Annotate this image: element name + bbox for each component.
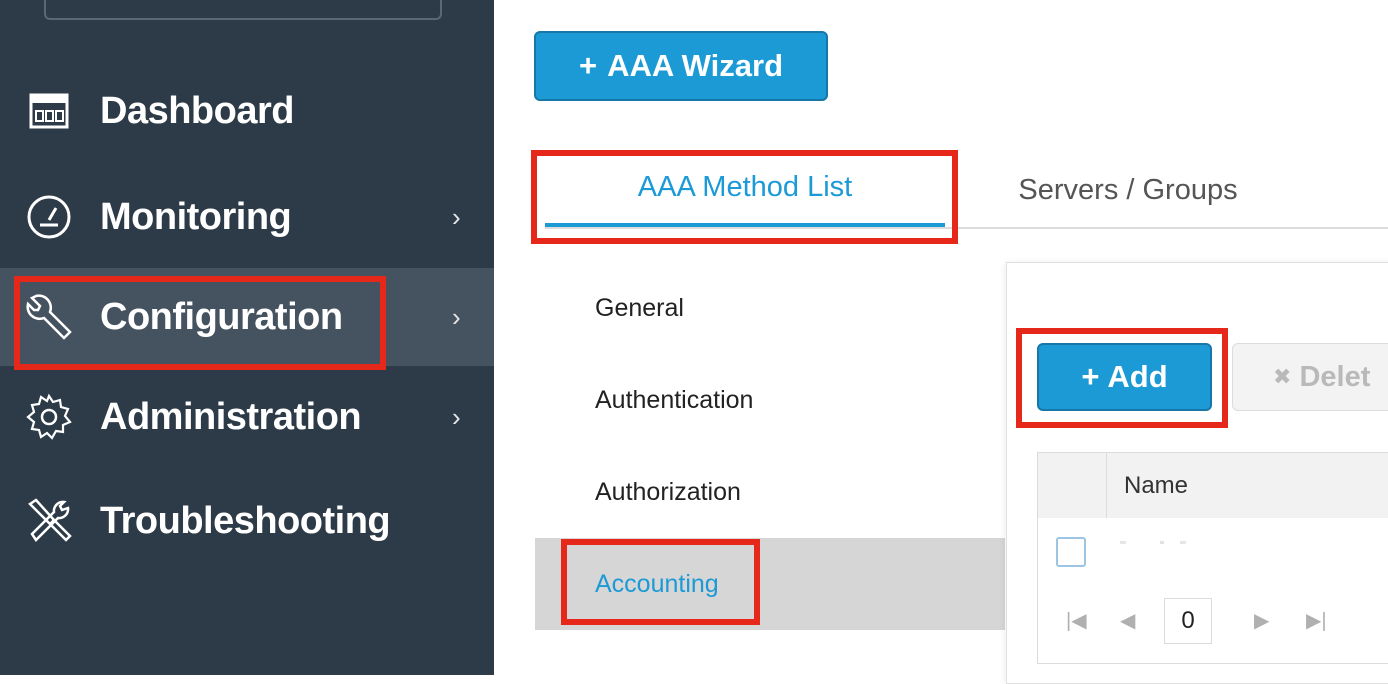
chevron-right-icon: › [452, 401, 461, 432]
table-header: Name [1037, 452, 1388, 519]
tools-icon [22, 494, 76, 548]
highlight-aaa-method-list [531, 150, 958, 244]
highlight-add-button [1016, 328, 1228, 428]
sidebar-item-label: Troubleshooting [100, 499, 391, 542]
subnav-label: Authentication [595, 385, 754, 414]
sidebar-item-label: Administration [100, 395, 362, 438]
gauge-icon [22, 190, 76, 244]
subnav-label: General [595, 293, 684, 322]
column-divider [1106, 453, 1107, 519]
blurred-row-text [1120, 541, 1186, 544]
subnav-item-authentication[interactable]: Authentication [535, 354, 1005, 446]
tab-label: Servers / Groups [1018, 173, 1238, 206]
pager-prev-icon[interactable]: ◀ [1120, 598, 1135, 642]
sidebar-item-dashboard[interactable]: Dashboard [0, 62, 494, 160]
highlight-accounting [561, 539, 760, 625]
chevron-right-icon: › [452, 201, 461, 232]
close-icon: ✖ [1273, 364, 1292, 389]
subnav-item-authorization[interactable]: Authorization [535, 446, 1005, 538]
pager-page-number[interactable]: 0 [1164, 598, 1212, 644]
sidebar-item-troubleshooting[interactable]: Troubleshooting [0, 472, 494, 570]
table-body [1037, 518, 1388, 664]
highlight-configuration [14, 276, 386, 370]
sidebar-search-box[interactable] [44, 0, 442, 20]
sidebar-item-label: Monitoring [100, 195, 292, 238]
tab-servers-groups[interactable]: Servers / Groups [958, 152, 1298, 228]
aaa-wizard-label: AAA Wizard [607, 48, 784, 83]
subnav-label: Authorization [595, 477, 741, 506]
subnav-item-general[interactable]: General [535, 262, 1005, 354]
sidebar-item-monitoring[interactable]: Monitoring › [0, 168, 494, 266]
delete-label: Delet [1299, 360, 1371, 393]
row-checkbox[interactable] [1056, 537, 1086, 567]
dashboard-icon [22, 84, 76, 138]
pager-first-icon[interactable]: |◀ [1066, 598, 1087, 642]
sidebar-item-label: Dashboard [100, 89, 294, 132]
sidebar-item-administration[interactable]: Administration › [0, 368, 494, 466]
pager-next-icon[interactable]: ▶ [1254, 598, 1269, 642]
pager-last-icon[interactable]: ▶| [1306, 598, 1327, 642]
plus-icon: + [578, 48, 598, 83]
delete-button[interactable]: ✖ Delet [1232, 343, 1388, 411]
column-header-name[interactable]: Name [1124, 453, 1188, 519]
gear-icon [22, 390, 76, 444]
chevron-right-icon: › [452, 301, 461, 332]
aaa-wizard-button[interactable]: + AAA Wizard [534, 31, 828, 101]
